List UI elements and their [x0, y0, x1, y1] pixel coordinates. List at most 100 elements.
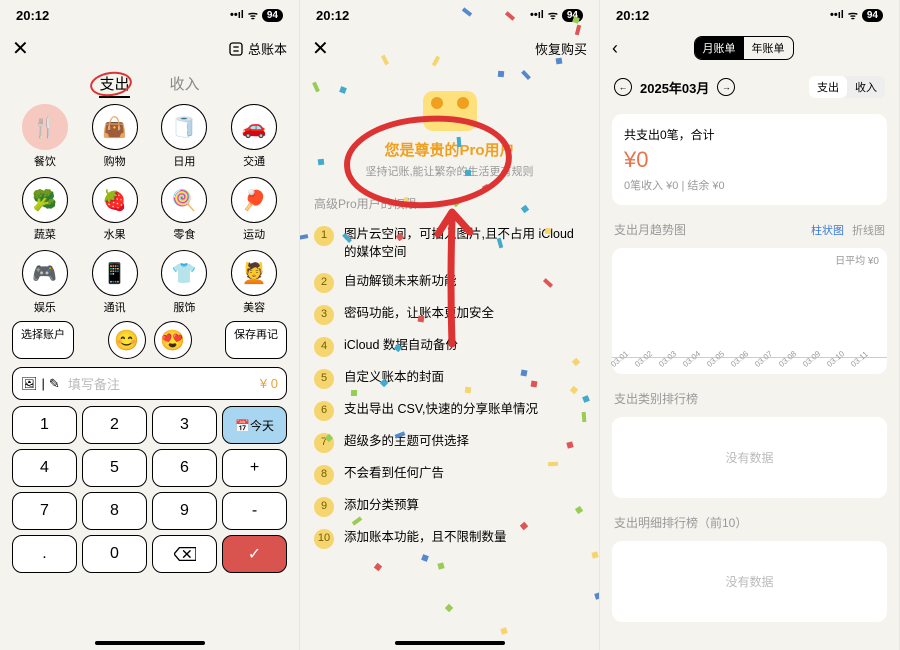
save-again-button[interactable]: 保存再记	[225, 321, 287, 359]
perk-text: 密码功能，让账本更加安全	[344, 305, 494, 323]
key-delete[interactable]	[152, 535, 217, 573]
bill-segment[interactable]: 月账单 年账单	[694, 36, 794, 60]
category-fun[interactable]: 🎮娱乐	[12, 250, 78, 315]
list-icon	[228, 41, 244, 57]
key--[interactable]: -	[222, 492, 287, 530]
category-label: 通讯	[104, 299, 126, 315]
summary-line1: 共支出0笔，合计	[624, 126, 875, 143]
tab-income[interactable]: 收入	[170, 73, 200, 94]
perk-number: 6	[314, 401, 334, 421]
category-label: 服饰	[173, 299, 195, 315]
key-+[interactable]: +	[222, 449, 287, 487]
xaxis-tick: 03.10	[825, 347, 849, 369]
key-1[interactable]: 1	[12, 406, 77, 444]
summary-amount: ¥0	[624, 147, 875, 173]
perk-text: 添加分类预算	[344, 497, 419, 515]
status-bar: 20:12 ••ıl ᯤ 94	[600, 0, 899, 30]
key-5[interactable]: 5	[82, 449, 147, 487]
close-icon[interactable]: ✕	[312, 36, 329, 61]
category-sport[interactable]: 🏓 运动	[221, 177, 287, 242]
xaxis-tick: 03.01	[609, 347, 633, 369]
screen-report: 20:12 ••ıl ᯤ 94 ‹ 月账单 年账单 ← 2025年03月 → 支…	[600, 0, 900, 650]
category-label: 蔬菜	[34, 226, 56, 242]
keypad: 123📅今天 456+789-.0 ✓	[0, 406, 299, 573]
chart-bar-option[interactable]: 柱状图	[811, 222, 844, 238]
key-9[interactable]: 9	[152, 492, 217, 530]
key-today[interactable]: 📅今天	[222, 406, 287, 444]
tab-expense[interactable]: 支出	[99, 73, 129, 94]
daily-icon: 🧻	[161, 104, 207, 150]
rank2-card: 没有数据	[612, 541, 887, 622]
status-bar: 20:12 ••ıl ᯤ 94	[0, 0, 299, 30]
perk-text: iCloud 数据自动备份	[344, 337, 458, 355]
xaxis-tick: 03.02	[633, 347, 657, 369]
perk-number: 4	[314, 337, 334, 357]
category-daily[interactable]: 🧻日用	[152, 104, 218, 169]
key-confirm[interactable]: ✓	[222, 535, 287, 573]
category-fruit[interactable]: 🍓 水果	[82, 177, 148, 242]
select-account-button[interactable]: 选择账户	[12, 321, 74, 359]
category-label: 运动	[243, 226, 265, 242]
category-snack[interactable]: 🍭零食	[152, 177, 218, 242]
close-icon[interactable]: ✕	[12, 36, 29, 61]
perk-item: 5自定义账本的封面	[300, 363, 599, 395]
pro-title: 您是尊贵的Pro用户	[300, 139, 599, 160]
note-placeholder: 填写备注	[68, 374, 260, 393]
category-label: 美容	[243, 299, 265, 315]
category-comm[interactable]: 📱通讯	[82, 250, 148, 315]
nodata-label: 没有数据	[624, 553, 875, 610]
image-icon[interactable]: 🖼	[21, 376, 38, 392]
category-transport[interactable]: 🚗交通	[221, 104, 287, 169]
ledger-switch[interactable]: 总账本	[228, 39, 287, 58]
seg-month[interactable]: 月账单	[695, 37, 744, 59]
key-6[interactable]: 6	[152, 449, 217, 487]
category-beauty[interactable]: 💆美容	[221, 250, 287, 315]
sport-icon: 🏓	[231, 177, 277, 223]
back-icon[interactable]: ‹	[612, 38, 618, 59]
category-extra[interactable]: 😊	[108, 321, 146, 359]
perk-number: 3	[314, 305, 334, 325]
seg2-expense[interactable]: 支出	[809, 76, 847, 98]
key-.[interactable]: .	[12, 535, 77, 573]
key-0[interactable]: 0	[82, 535, 147, 573]
category-shop[interactable]: 👜购物	[82, 104, 148, 169]
status-time: 20:12	[16, 8, 49, 23]
key-8[interactable]: 8	[82, 492, 147, 530]
nodata-label: 没有数据	[624, 429, 875, 486]
key-7[interactable]: 7	[12, 492, 77, 530]
fruit-icon: 🍓	[92, 177, 138, 223]
xaxis-tick: 03.06	[729, 347, 753, 369]
next-month-button[interactable]: →	[717, 78, 735, 96]
summary-card: 共支出0笔，合计 ¥0 0笔收入 ¥0 | 结余 ¥0	[612, 114, 887, 205]
category-label: 零食	[173, 226, 195, 242]
perk-number: 5	[314, 369, 334, 389]
perk-text: 超级多的主题可供选择	[344, 433, 469, 451]
action-row: 选择账户 😊 😍 保存再记	[0, 315, 299, 365]
prev-month-button[interactable]: ←	[614, 78, 632, 96]
seg-year[interactable]: 年账单	[744, 37, 793, 59]
note-row[interactable]: 🖼 | ✎ 填写备注 ¥ 0	[12, 367, 287, 400]
key-2[interactable]: 2	[82, 406, 147, 444]
type-segment[interactable]: 支出 收入	[809, 76, 885, 98]
key-3[interactable]: 3	[152, 406, 217, 444]
perk-number: 2	[314, 273, 334, 293]
category-clothes[interactable]: 👕服饰	[152, 250, 218, 315]
month-label[interactable]: 2025年03月	[640, 78, 709, 97]
category-label: 餐饮	[34, 153, 56, 169]
perk-item: 1图片云空间，可插入图片,且不占用 iCloud的媒体空间	[300, 220, 599, 267]
restore-purchase-button[interactable]: 恢复购买	[535, 39, 587, 58]
seg2-income[interactable]: 收入	[847, 76, 885, 98]
category-food[interactable]: 🍴餐饮	[12, 104, 78, 169]
category-extra[interactable]: 😍	[154, 321, 192, 359]
xaxis-tick: 03.11	[849, 347, 873, 369]
rank2-header: 支出明细排行榜（前10）	[600, 504, 899, 535]
pencil-icon[interactable]: ✎	[49, 376, 60, 392]
chart-line-option[interactable]: 折线图	[852, 222, 885, 238]
top-bar: ✕ 恢复购买	[300, 30, 599, 67]
category-veg[interactable]: 🥦 蔬菜	[12, 177, 78, 242]
veg-icon: 🥦	[22, 177, 68, 223]
key-4[interactable]: 4	[12, 449, 77, 487]
category-grid: 🍴餐饮👜购物🧻日用🚗交通 🥦 蔬菜 🍓 水果 🍭零食 🏓 运动 🎮娱乐📱通讯👕服饰💆美容	[0, 104, 299, 315]
perk-item: 2自动解锁未来新功能	[300, 267, 599, 299]
category-label: 水果	[104, 226, 126, 242]
